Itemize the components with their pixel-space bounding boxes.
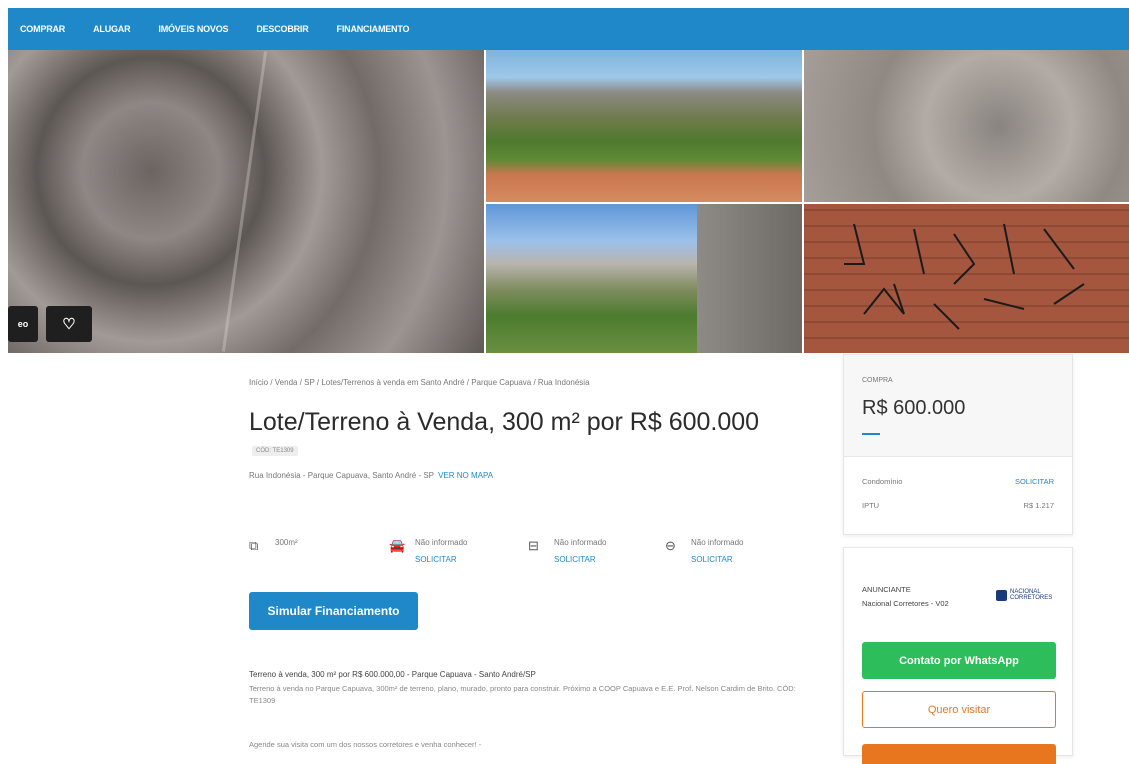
condominium-request[interactable]: SOLICITAR xyxy=(1015,477,1054,486)
visit-button[interactable]: Quero visitar xyxy=(862,691,1056,728)
nav-imoveis-novos[interactable]: IMÓVEIS NOVOS xyxy=(158,24,228,34)
photo-thumb-3[interactable] xyxy=(486,204,802,353)
feature-area-value: 300m² xyxy=(275,538,298,547)
nav-comprar[interactable]: COMPRAR xyxy=(20,24,65,34)
price-card: COMPRA R$ 600.000 Condomínio SOLICITAR I… xyxy=(843,354,1073,535)
bath-icon: ⊖ xyxy=(665,538,676,553)
photo-thumb-1[interactable] xyxy=(486,50,802,202)
page-title: Lote/Terreno à Venda, 300 m² por R$ 600.… xyxy=(249,408,760,436)
photo-gallery: eo ♡ xyxy=(8,50,1129,353)
advertiser-logo[interactable]: NACIONAL CORRETORES xyxy=(996,589,1053,601)
nav-descobrir[interactable]: DESCOBRIR xyxy=(256,24,308,34)
price-card-header: COMPRA R$ 600.000 xyxy=(844,355,1072,457)
area-icon: ⧉ xyxy=(249,538,259,553)
whatsapp-button[interactable]: Contato por WhatsApp xyxy=(862,642,1056,679)
feature-bedrooms-request[interactable]: SOLICITAR xyxy=(554,555,606,564)
feature-parking-value: Não informado xyxy=(415,538,468,547)
feature-bathrooms: ⊖ Não informado SOLICITAR xyxy=(665,538,743,564)
nav-alugar[interactable]: ALUGAR xyxy=(93,24,130,34)
photo-thumb-4[interactable] xyxy=(804,204,1129,353)
bed-icon: ⊟ xyxy=(528,538,539,553)
map-link[interactable]: VER NO MAPA xyxy=(438,471,493,480)
description-more: Agende sua visita com um dos nossos corr… xyxy=(249,740,482,749)
condominium-row: Condomínio SOLICITAR xyxy=(862,477,1054,486)
advertiser-name[interactable]: Nacional Corretores - V02 xyxy=(862,599,949,608)
contact-button[interactable] xyxy=(862,744,1056,764)
price-underline xyxy=(862,433,880,435)
advertiser-label: ANUNCIANTE xyxy=(862,585,911,594)
feature-bedrooms-value: Não informado xyxy=(554,538,607,547)
condominium-label: Condomínio xyxy=(862,477,903,486)
feature-parking-request[interactable]: SOLICITAR xyxy=(415,555,467,564)
price-label: COMPRA xyxy=(862,377,893,384)
iptu-value: R$ 1.217 xyxy=(1023,501,1054,510)
feature-bathrooms-request[interactable]: SOLICITAR xyxy=(691,555,743,564)
photo-thumb-2[interactable] xyxy=(804,50,1129,202)
heart-icon: ♡ xyxy=(62,316,76,333)
video-button[interactable]: eo xyxy=(8,306,38,342)
top-nav: COMPRAR ALUGAR IMÓVEIS NOVOS DESCOBRIR F… xyxy=(8,8,1129,50)
iptu-row: IPTU R$ 1.217 xyxy=(862,501,1054,510)
listing-address: Rua Indonésia - Parque Capuava, Santo An… xyxy=(249,471,493,480)
logo-text: NACIONAL CORRETORES xyxy=(1010,589,1053,601)
car-icon: 🚘 xyxy=(389,538,406,553)
description-title: Terreno à venda, 300 m² por R$ 600.000,0… xyxy=(249,670,536,679)
breadcrumb[interactable]: Início / Venda / SP / Lotes/Terrenos à v… xyxy=(249,378,590,387)
nav-financiamento[interactable]: FINANCIAMENTO xyxy=(337,24,410,34)
graffiti-drawing xyxy=(844,223,1085,330)
feature-area: ⧉ 300m² xyxy=(249,538,298,554)
iptu-label: IPTU xyxy=(862,501,880,510)
feature-bathrooms-value: Não informado xyxy=(691,538,744,547)
listing-code: CÓD: TE1309 xyxy=(252,446,298,456)
simulate-financing-button[interactable]: Simular Financiamento xyxy=(249,592,418,630)
logo-icon xyxy=(996,589,1007,601)
feature-parking: 🚘 Não informado SOLICITAR xyxy=(389,538,467,564)
advertiser-card: ANUNCIANTE Nacional Corretores - V02 NAC… xyxy=(843,547,1073,764)
address-text: Rua Indonésia - Parque Capuava, Santo An… xyxy=(249,471,434,480)
feature-bedrooms: ⊟ Não informado SOLICITAR xyxy=(528,538,606,564)
price-value: R$ 600.000 xyxy=(862,397,966,419)
favorite-button[interactable]: ♡ xyxy=(46,306,92,342)
description-body: Terreno à venda no Parque Capuava, 300m²… xyxy=(249,684,796,705)
